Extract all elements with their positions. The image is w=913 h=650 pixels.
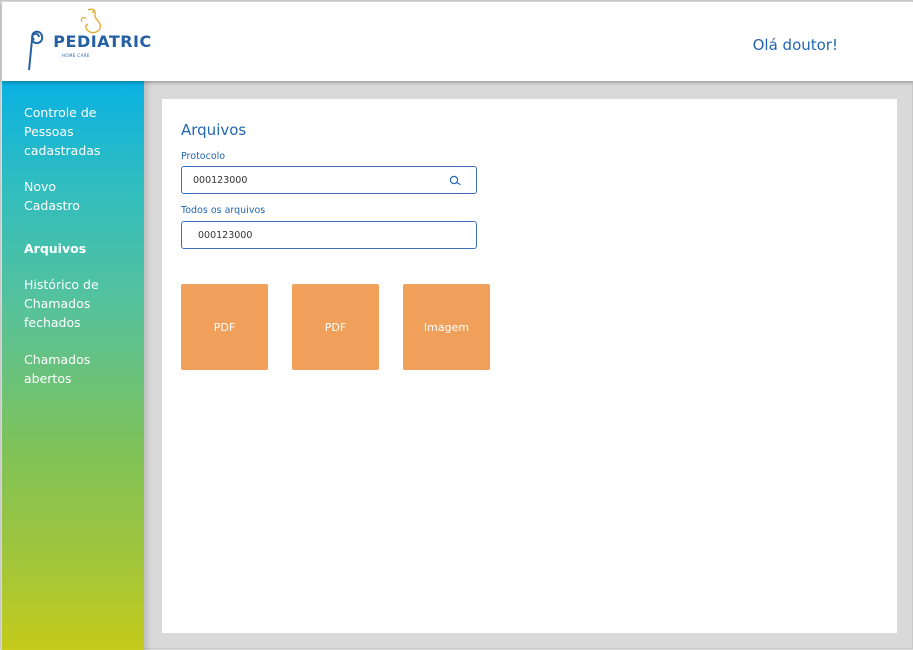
- files-panel: Arquivos Protocolo Todos os arquivos PDF…: [162, 99, 897, 633]
- file-tile-label: PDF: [213, 320, 236, 334]
- file-tile-label: PDF: [324, 320, 347, 334]
- app-frame: PEDIATRIC HOME CARE Olá doutor! Controle…: [0, 0, 913, 650]
- file-tile-pdf-2[interactable]: PDF: [292, 284, 379, 370]
- all-files-label: Todos os arquivos: [181, 205, 266, 216]
- file-tile-pdf-1[interactable]: PDF: [181, 284, 268, 370]
- all-files-field: [181, 221, 477, 249]
- all-files-input[interactable]: [182, 222, 476, 248]
- logo-subtext: HOME CARE: [62, 53, 90, 58]
- file-tile-label: Imagem: [423, 320, 470, 334]
- top-header: PEDIATRIC HOME CARE Olá doutor!: [2, 2, 913, 81]
- sidebar-item-controle-pessoas[interactable]: Controle de Pessoas cadastradas: [24, 103, 134, 160]
- sidebar-item-arquivos[interactable]: Arquivos: [24, 239, 134, 258]
- protocol-field: [181, 166, 477, 194]
- pediatric-logo[interactable]: PEDIATRIC HOME CARE: [26, 6, 151, 74]
- sidebar: Controle de Pessoas cadastradas Novo Cad…: [2, 81, 144, 650]
- sidebar-item-chamados-abertos[interactable]: Chamados abertos: [24, 350, 114, 388]
- protocol-label: Protocolo: [181, 151, 226, 162]
- sidebar-item-historico-chamados[interactable]: Histórico de Chamados fechados: [24, 275, 124, 332]
- logo-text: PEDIATRIC: [53, 32, 152, 51]
- greeting-text: Olá doutor!: [752, 36, 838, 54]
- page-title: Arquivos: [181, 121, 247, 139]
- sidebar-shadow: [144, 81, 152, 650]
- sidebar-item-novo-cadastro[interactable]: Novo Cadastro: [24, 177, 104, 215]
- search-icon[interactable]: [449, 175, 462, 186]
- logo-wordmark: PEDIATRIC: [29, 32, 152, 51]
- protocol-input[interactable]: [182, 167, 476, 193]
- file-tile-imagem[interactable]: Imagem: [403, 284, 490, 370]
